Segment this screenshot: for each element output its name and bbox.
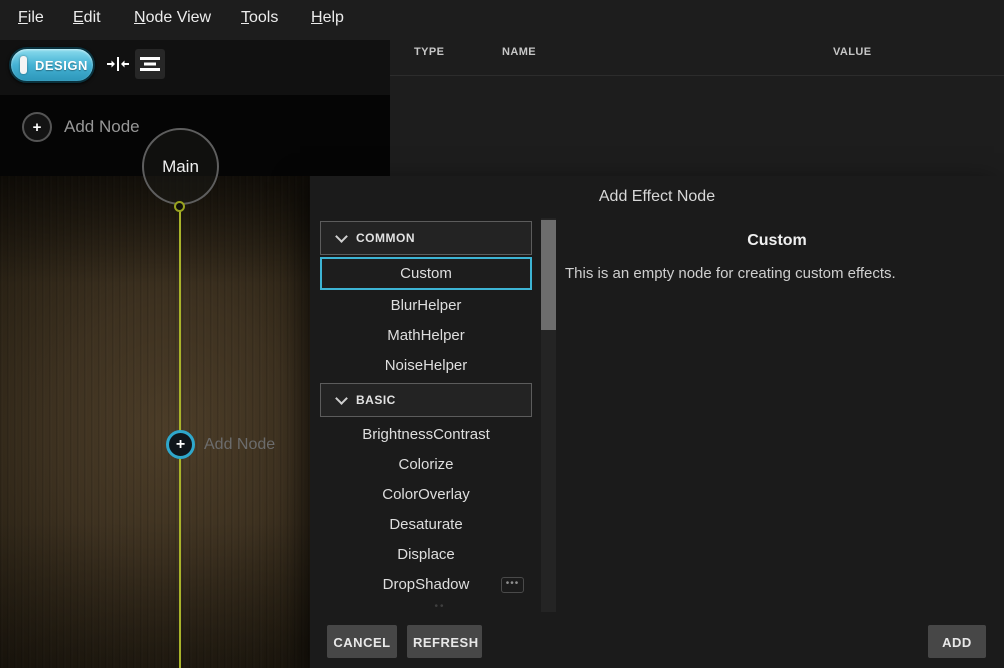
group-header-common[interactable]: COMMON [320,221,532,255]
chevron-down-icon [335,392,348,405]
collapse-horizontal-button[interactable] [103,49,133,79]
toolbar: DESIGN [0,40,390,95]
list-item-mathhelper[interactable]: MathHelper [320,320,532,350]
design-toggle-indicator [20,56,27,74]
refresh-button[interactable]: REFRESH [407,625,482,658]
align-center-lines-button[interactable] [135,49,165,79]
menu-node-view[interactable]: Node View [134,9,211,27]
plus-icon: + [166,430,195,459]
list-item-label: NoiseHelper [385,357,468,374]
list-item-label: Custom [400,265,452,282]
list-item-label: MathHelper [387,327,465,344]
scrollbar-thumb[interactable] [541,220,556,330]
collapse-horizontal-icon [106,56,130,72]
chevron-down-icon [335,230,348,243]
list-item-label: Colorize [398,456,453,473]
menu-help[interactable]: Help [311,9,344,27]
list-item-brightnesscontrast[interactable]: BrightnessContrast [320,419,532,449]
list-item-desaturate[interactable]: Desaturate [320,509,532,539]
menu-edit[interactable]: Edit [73,9,101,27]
add-node-label: Add Node [64,117,140,137]
list-item-coloroverlay[interactable]: ColorOverlay [320,479,532,509]
ellipsis-icon[interactable]: ••• [501,577,524,593]
group-label: COMMON [356,231,415,245]
list-item-label: BrightnessContrast [362,426,490,443]
menu-file[interactable]: File [18,9,44,27]
group-label: BASIC [356,393,396,407]
detail-heading: Custom [560,232,994,250]
list-item-noisehelper[interactable]: NoiseHelper [320,350,532,380]
list-item-blurhelper[interactable]: BlurHelper [320,290,532,320]
design-toggle-label: DESIGN [35,58,88,73]
design-toggle-button[interactable]: DESIGN [9,47,95,83]
cancel-button[interactable]: CANCEL [327,625,397,658]
column-header-type: TYPE [414,46,444,58]
dialog-title: Add Effect Node [310,188,1004,206]
add-node-button-bottom[interactable]: + Add Node [166,430,275,459]
effect-detail-panel: Custom This is an empty node for creatin… [560,221,994,282]
list-item-label: ColorOverlay [382,486,470,503]
effect-node-list: COMMON Custom BlurHelper MathHelper Nois… [320,221,532,599]
main-node[interactable]: Main [142,128,219,205]
main-node-label: Main [162,157,199,177]
add-effect-node-dialog: Add Effect Node COMMON Custom BlurHelper… [310,176,1004,668]
column-header-value: VALUE [833,46,871,58]
list-item-label: Desaturate [389,516,462,533]
column-header-name: NAME [502,46,536,58]
menu-tools[interactable]: Tools [241,9,278,27]
scroll-hint-dots: •• [428,601,452,612]
app-root: File Edit Node View Tools Help DESIGN [0,0,1004,668]
list-item-colorize[interactable]: Colorize [320,449,532,479]
plus-icon: + [22,112,52,142]
list-scrollbar[interactable] [541,218,556,612]
header-separator [390,75,1004,76]
add-node-label: Add Node [204,436,275,454]
add-node-button-top[interactable]: + Add Node [22,112,140,142]
add-button[interactable]: ADD [928,625,986,658]
menu-bar: File Edit Node View Tools Help [0,0,390,40]
list-item-dropshadow[interactable]: DropShadow ••• [320,569,532,599]
list-item-label: DropShadow [383,576,470,593]
align-center-lines-icon [139,56,161,72]
list-item-label: Displace [397,546,455,563]
group-header-basic[interactable]: BASIC [320,383,532,417]
list-item-label: BlurHelper [391,297,462,314]
detail-description: This is an empty node for creating custo… [560,265,994,282]
list-item-displace[interactable]: Displace [320,539,532,569]
main-node-output-port[interactable] [174,201,185,212]
list-item-custom[interactable]: Custom [320,257,532,290]
